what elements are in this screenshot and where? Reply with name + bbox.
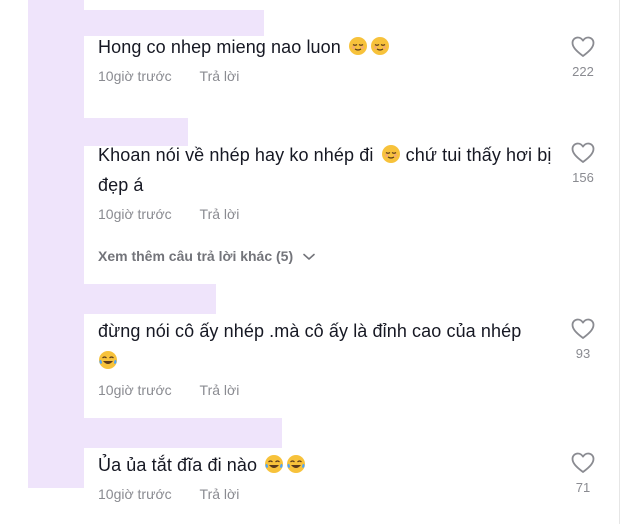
redaction-mask [84, 284, 216, 314]
comment-meta: 10giờ trước Trả lời [98, 206, 568, 222]
comment-meta: 10giờ trước Trả lời [98, 382, 568, 398]
chevron-down-icon [303, 253, 315, 261]
comment-item: Hong co nhep mieng nao luon 10giờ trước … [98, 32, 568, 84]
view-more-replies-label: Xem thêm câu trả lời khác (5) [98, 248, 294, 264]
like-button[interactable]: 71 [565, 452, 601, 495]
like-count: 93 [575, 346, 591, 361]
tears-of-joy-emoji-icon [99, 351, 117, 369]
reply-button[interactable]: Trả lời [200, 206, 240, 222]
relieved-face-emoji-icon [349, 37, 367, 55]
like-count: 71 [575, 480, 591, 495]
reply-button[interactable]: Trả lời [200, 486, 240, 502]
comments-panel: Hong co nhep mieng nao luon 10giờ trước … [0, 0, 620, 524]
redaction-mask [28, 0, 84, 488]
tears-of-joy-emoji-icon [265, 455, 284, 473]
comment-time: 10giờ trước [98, 382, 172, 398]
like-count: 222 [572, 64, 594, 79]
comment-text: Ủa ủa tắt đĩa đi nào [98, 450, 568, 480]
comment-time: 10giờ trước [98, 486, 172, 502]
comment-text: Khoan nói về nhép hay ko nhép đi chứ tui… [98, 145, 552, 195]
relieved-face-emoji-icon [381, 145, 400, 163]
tears-of-joy-emoji-icon [287, 455, 306, 473]
comment-item: Ủa ủa tắt đĩa đi nào 10giờ trước Trả lời [98, 450, 568, 502]
like-button[interactable]: 156 [565, 142, 601, 185]
heart-icon [571, 142, 595, 163]
like-count: 156 [572, 170, 594, 185]
reply-button[interactable]: Trả lời [200, 382, 240, 398]
reply-button[interactable]: Trả lời [200, 68, 240, 84]
heart-icon [571, 36, 595, 57]
redaction-mask [84, 418, 282, 448]
comment-time: 10giờ trước [98, 206, 172, 222]
comment-item: Khoan nói về nhép hay ko nhép đi chứ tui… [98, 140, 568, 222]
comment-text: Hong co nhep mieng nao luon [98, 32, 568, 62]
like-button[interactable]: 93 [565, 318, 601, 361]
comment-meta: 10giờ trước Trả lời [98, 68, 568, 84]
comment-text: đừng nói cô ấy nhép .mà cô ấy là đỉnh ca… [98, 316, 568, 376]
comment-item: đừng nói cô ấy nhép .mà cô ấy là đỉnh ca… [98, 316, 568, 398]
relieved-face-emoji-icon [371, 37, 389, 55]
comment-meta: 10giờ trước Trả lời [98, 486, 568, 502]
view-more-replies-button[interactable]: Xem thêm câu trả lời khác (5) [98, 248, 315, 264]
like-button[interactable]: 222 [565, 36, 601, 79]
comment-time: 10giờ trước [98, 68, 172, 84]
heart-icon [571, 318, 595, 339]
heart-icon [571, 452, 595, 473]
